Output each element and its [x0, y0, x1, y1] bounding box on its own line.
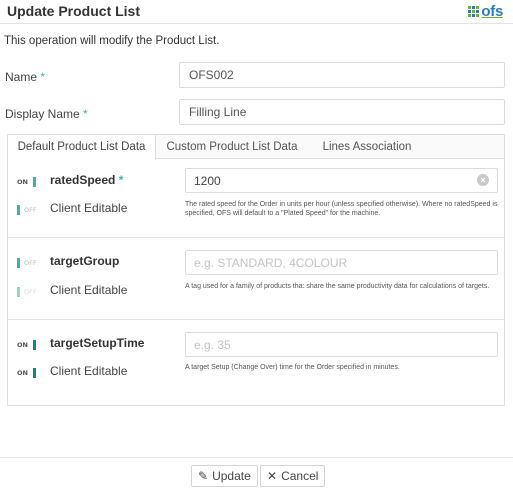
target-group-toggle[interactable]: OFF [17, 257, 37, 268]
ofs-logo: ofs [468, 3, 503, 20]
target-group-client-editable-label: Client Editable [50, 283, 128, 297]
tab-lines-association[interactable]: Lines Association [308, 135, 426, 159]
target-setup-time-client-editable-toggle[interactable]: ON [17, 367, 36, 378]
param-target-setup-time: ON targetSetupTime ON Client Editable e.… [8, 320, 504, 388]
clear-icon[interactable]: × [477, 174, 489, 186]
target-group-client-editable-toggle[interactable]: OFF [17, 286, 37, 297]
rated-speed-client-editable-toggle[interactable]: OFF [17, 204, 37, 215]
logo-text: ofs [481, 3, 503, 20]
rated-speed-description: The rated speed for the Order in units p… [185, 201, 498, 217]
rated-speed-toggle[interactable]: ON [17, 176, 36, 187]
required-mark: * [40, 70, 46, 84]
param-target-group: OFF targetGroup OFF Client Editable e.g.… [8, 238, 504, 320]
pencil-icon: ✎ [198, 469, 209, 483]
name-label: Name * [5, 70, 46, 84]
dialog-title: Update Product List [7, 3, 141, 19]
close-icon: ✕ [267, 469, 278, 483]
target-setup-time-toggle[interactable]: ON [17, 339, 36, 350]
target-group-input[interactable]: e.g. STANDARD, 4COLOUR [185, 250, 498, 275]
dialog-header: Update Product List ofs [0, 0, 513, 24]
rated-speed-input[interactable]: 1200 × [185, 168, 498, 193]
product-list-panel: Default Product List Data Custom Product… [7, 134, 505, 406]
dialog-footer: ✎ Update ✕ Cancel [0, 457, 513, 492]
target-group-name: targetGroup [50, 254, 120, 268]
tab-custom-product-list-data[interactable]: Custom Product List Data [158, 135, 306, 159]
display-name-input[interactable]: Filling Line [179, 99, 505, 125]
target-group-description: A tag used for a family of products tha:… [185, 283, 490, 290]
rated-speed-client-editable-label: Client Editable [50, 201, 128, 215]
target-setup-time-name: targetSetupTime [50, 336, 145, 350]
name-input[interactable]: OFS002 [179, 62, 505, 88]
target-setup-time-input[interactable]: e.g. 35 [185, 332, 498, 357]
rated-speed-name: ratedSpeed * [50, 173, 124, 187]
update-button[interactable]: ✎ Update [191, 465, 258, 487]
target-setup-time-description: A target Setup (Change Over) time for th… [185, 364, 400, 371]
intro-text: This operation will modify the Product L… [4, 35, 220, 47]
target-setup-time-client-editable-label: Client Editable [50, 364, 128, 378]
param-rated-speed: ON ratedSpeed * OFF Client Editable 1200… [8, 160, 504, 238]
logo-grid-icon [468, 6, 480, 17]
cancel-button[interactable]: ✕ Cancel [260, 465, 326, 487]
display-name-label: Display Name * [5, 107, 88, 121]
required-mark: * [83, 107, 88, 121]
tab-default-product-list-data[interactable]: Default Product List Data [8, 135, 156, 160]
tab-bar: Default Product List Data Custom Product… [8, 135, 504, 160]
